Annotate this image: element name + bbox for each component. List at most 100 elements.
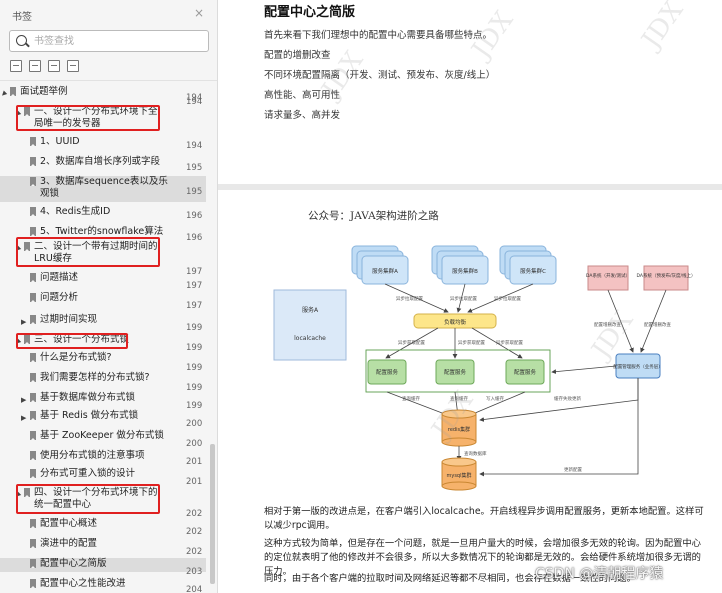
bookmark-item[interactable]: 分布式可重入锁的设计 201 — [0, 468, 206, 487]
config-service-node: 配置服务 — [367, 359, 407, 385]
bookmark-item[interactable]: ▶ 基于数据库做分布式锁 199 — [0, 392, 206, 411]
client-service-label: 服务A — [302, 306, 319, 314]
highlight-box — [16, 484, 160, 514]
highlight-box — [16, 237, 160, 267]
da-system-label: DA系统（预发布/灰度/线上） — [637, 272, 696, 279]
bookmark-icon — [30, 393, 36, 402]
config-service-label: 配置服务 — [376, 368, 399, 376]
expanded-arrow-icon[interactable]: ▲ — [0, 88, 9, 99]
edge-label: 更新配置 — [564, 466, 582, 473]
service-cluster-a: 服务集群A — [351, 245, 409, 285]
bookmark-page-number: 195 — [186, 187, 203, 197]
bookmark-item[interactable]: 4、Redis生成ID 196 — [0, 206, 206, 221]
bookmark-item[interactable]: 什么是分布式锁? 199 — [0, 352, 206, 373]
watermark: JDX — [636, 0, 690, 54]
bookmark-label: 演进中的配置 — [40, 538, 98, 549]
bookmark-item[interactable]: 配置中心之性能改进 204 — [0, 578, 206, 593]
bookmark-icon — [30, 431, 36, 440]
bookmark-page-number: 202 — [186, 547, 203, 557]
intro-line: 配置的增删改查 — [264, 50, 331, 61]
edge-label: 查询数据库 — [464, 450, 487, 457]
bookmark-page-number: 202 — [186, 527, 203, 537]
intro-line: 高性能、高可用性 — [264, 90, 341, 101]
highlight-box — [16, 105, 160, 131]
bookmark-icon — [30, 207, 36, 216]
service-cluster-label: 服务集群C — [520, 267, 546, 275]
load-balancer-label: 负载均衡 — [444, 318, 467, 326]
bookmark-label: 问题描述 — [40, 272, 79, 283]
bookmark-icon — [30, 273, 36, 282]
service-cluster-c: 服务集群C — [499, 245, 557, 285]
bookmark-page-number: 197 — [186, 301, 203, 311]
bookmark-icon — [30, 177, 36, 186]
sidebar-scrollbar[interactable] — [210, 444, 215, 584]
bookmark-page-number: 201 — [186, 457, 203, 467]
bookmark-label: 2、数据库自增长序列或字段 — [40, 156, 161, 167]
bookmark-item[interactable]: ▶ 过期时间实现 199 — [0, 314, 206, 333]
bookmark-sidebar: 书签 × ▲面试题举例194▲一、设计一个分布式环境下全局唯一的发号器1941、… — [0, 0, 218, 593]
bookmark-icon — [10, 87, 16, 96]
bookmark-icon — [30, 227, 36, 236]
mysql-cluster-node: mysql集群 — [441, 457, 477, 491]
bookmark-item[interactable]: 配置中心概述 202 — [0, 518, 206, 537]
bookmark-label: 基于 ZooKeeper 做分布式锁 — [40, 430, 164, 441]
bookmark-label: 配置中心之性能改进 — [40, 578, 126, 589]
bookmark-item[interactable]: ▲ 面试题举例 194 — [0, 86, 206, 103]
collapsed-arrow-icon[interactable]: ▶ — [21, 394, 26, 406]
collapsed-arrow-icon[interactable]: ▶ — [21, 316, 26, 328]
bookmark-item[interactable]: 基于 ZooKeeper 做分布式锁 200 — [0, 430, 206, 449]
bookmark-item[interactable]: 问题分析 197 — [0, 292, 206, 311]
bookmark-icon — [30, 373, 36, 382]
config-manager-label: 配置管理服务（业务层） — [613, 363, 663, 370]
edge-label: 配置增删改查 — [594, 321, 621, 328]
bookmark-page-number: 199 — [186, 323, 203, 333]
bookmark-icon — [30, 411, 36, 420]
bookmark-item[interactable]: 2、数据库自增长序列或字段 195 — [0, 156, 206, 173]
bookmark-label: 3、数据库sequence表以及乐观锁 — [40, 176, 168, 199]
bookmark-label: 配置中心概述 — [40, 518, 98, 529]
client-service-group: 服务A localcache — [273, 289, 347, 361]
bookmark-item[interactable]: 演进中的配置 202 — [0, 538, 206, 557]
bookmark-page-number: 203 — [186, 567, 203, 577]
redis-cluster-node: redis集群 — [441, 409, 477, 447]
config-service-label: 配置服务 — [514, 368, 537, 376]
bookmark-label: 配置中心之简版 — [40, 558, 107, 569]
bookmark-label: 什么是分布式锁? — [40, 352, 112, 363]
intro-line: 请求量多、高并发 — [264, 110, 341, 121]
bookmark-item[interactable]: 问题描述 197 — [0, 272, 206, 291]
config-service-node: 配置服务 — [435, 359, 475, 385]
da-system-label: DA系统（开发/测试） — [586, 272, 630, 279]
body-paragraph: 相对于第一版的改进点是，在客户端引入localcache。开启线程异步调用配置服… — [264, 506, 704, 531]
bookmark-label: 4、Redis生成ID — [40, 206, 111, 217]
edge-label: 异步拉取配置 — [494, 295, 521, 302]
bookmark-item[interactable]: 3、数据库sequence表以及乐观锁 195 — [0, 176, 206, 202]
bookmark-icon — [30, 579, 36, 588]
edge-label: 异步获取配置 — [458, 339, 485, 346]
bookmark-item[interactable]: 使用分布式锁的注意事项 201 — [0, 450, 206, 467]
bookmark-icon — [30, 353, 36, 362]
edge-label: 写入缓存 — [486, 395, 504, 402]
bookmark-item[interactable]: 配置中心之简版 203 — [0, 558, 206, 577]
service-cluster-label: 服务集群B — [452, 267, 478, 275]
bookmark-item[interactable]: 我们需要怎样的分布式锁? 199 — [0, 372, 206, 393]
edge-label: 查询缓存 — [450, 395, 468, 402]
bookmark-label: 基于数据库做分布式锁 — [40, 392, 136, 403]
architecture-diagram: 服务A localcache 服务集群A 服务集群B 服务集群C 异步拉取配置 … — [273, 245, 696, 491]
bookmark-page-number: 195 — [186, 163, 203, 173]
bookmark-tree: ▲ 面试题举例 194 ▲ 一、设计一个分布式环境下全局唯一的发号器 194 1、UUID 1… — [0, 0, 217, 593]
collapsed-arrow-icon[interactable]: ▶ — [21, 412, 26, 424]
bookmark-label: 过期时间实现 — [40, 314, 98, 325]
service-cluster-label: 服务集群A — [372, 267, 398, 275]
bookmark-page-number: 197 — [186, 281, 203, 291]
bookmark-label: 基于 Redis 做分布式锁 — [40, 410, 139, 421]
bookmark-icon — [30, 137, 36, 146]
bookmark-icon — [30, 293, 36, 302]
intro-line: 首先来看下我们理想中的配置中心需要具备哪些特点。 — [264, 30, 493, 41]
bookmark-label: 我们需要怎样的分布式锁? — [40, 372, 150, 383]
bookmark-page-number: 194 — [186, 141, 203, 151]
bookmark-item[interactable]: 1、UUID 194 — [0, 136, 206, 151]
bookmark-page-number: 196 — [186, 211, 203, 221]
bookmark-icon — [30, 469, 36, 478]
bookmark-item[interactable]: ▶ 基于 Redis 做分布式锁 200 — [0, 410, 206, 429]
da-system-dev: DA系统（开发/测试） — [586, 265, 630, 291]
